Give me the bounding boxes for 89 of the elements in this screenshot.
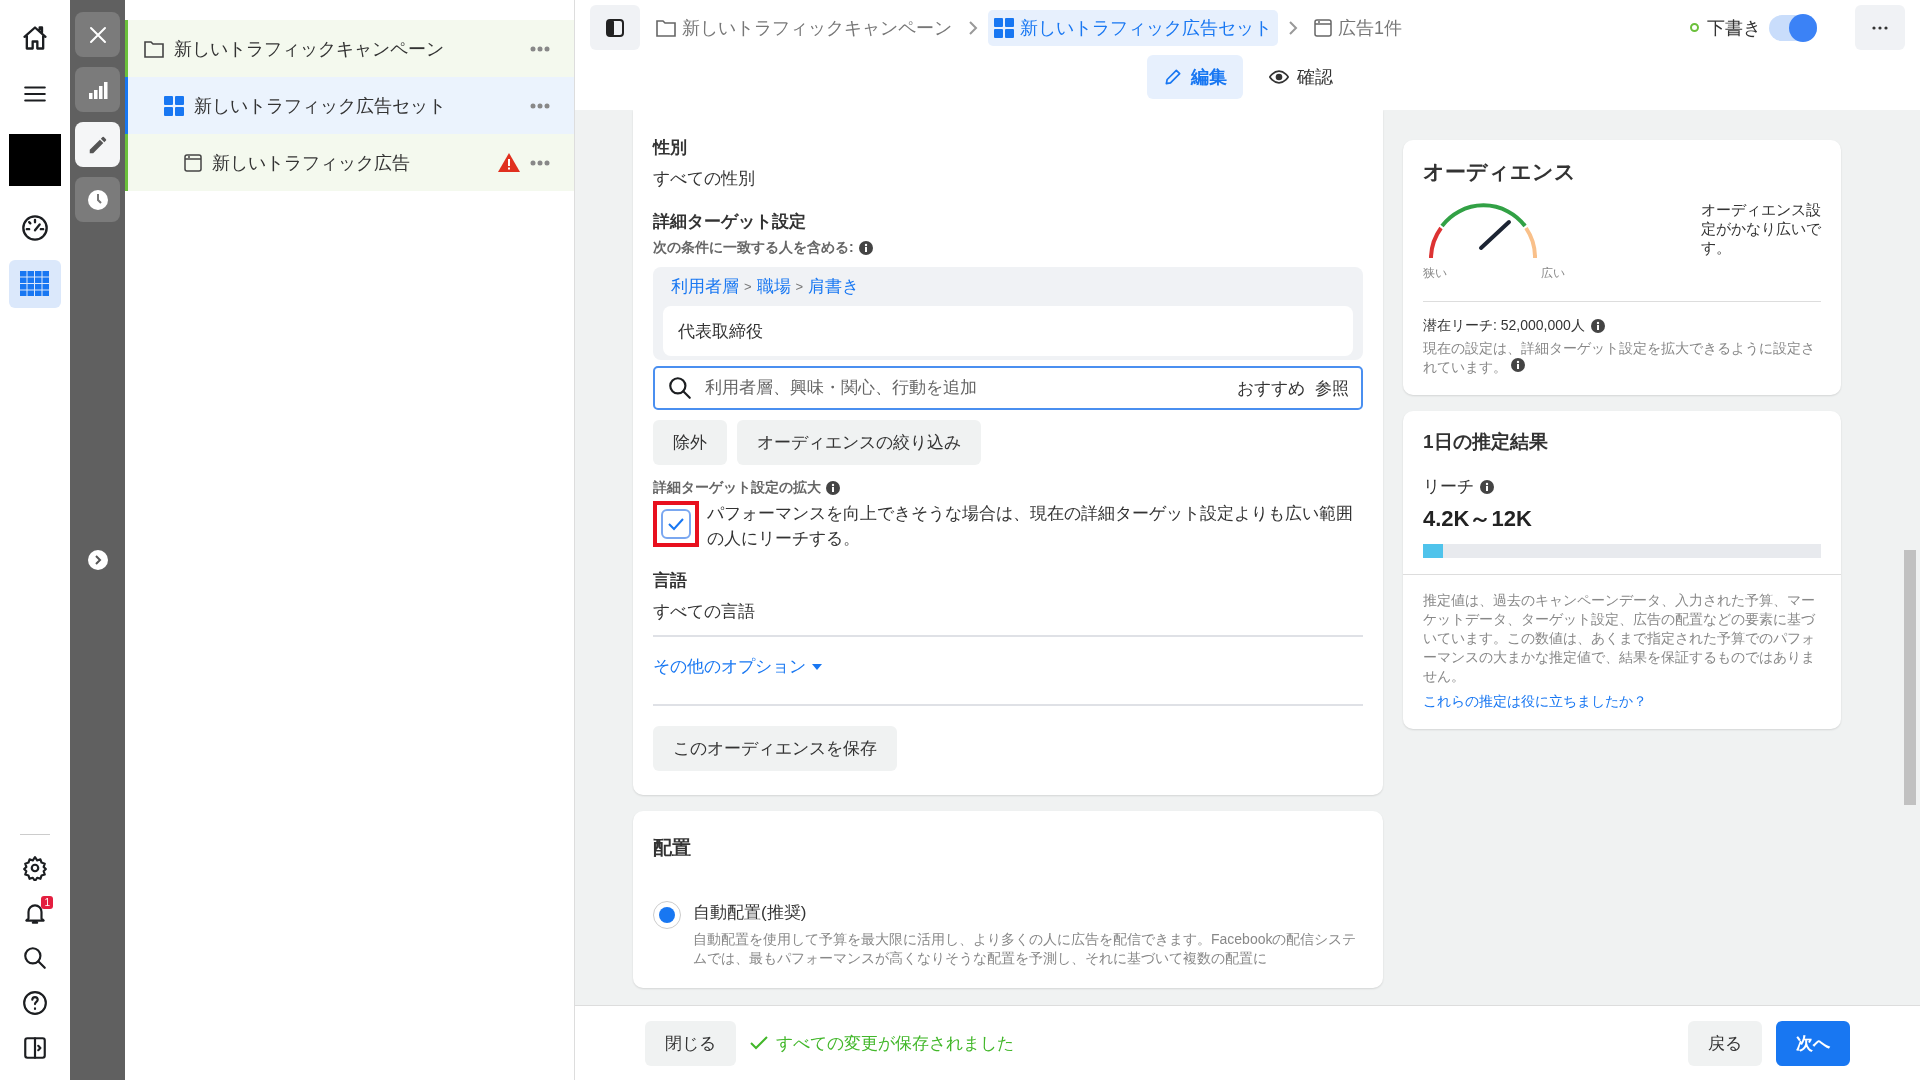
- more-icon[interactable]: [530, 102, 550, 109]
- feedback-link[interactable]: これらの推定は役に立ちましたか？: [1423, 693, 1647, 709]
- info-icon[interactable]: [826, 481, 840, 495]
- field-label: 詳細ターゲット設定: [653, 211, 807, 233]
- search-field[interactable]: 利用者層、興味・関心、行動を追加 おすすめ 参照: [653, 366, 1363, 410]
- checkbox-label: パフォーマンスを向上できそうな場合は、現在の詳細ターゲット設定よりも広い範囲の人にリーチする。: [707, 503, 1354, 550]
- home-icon: [21, 24, 49, 52]
- card-title: オーディエンス: [1423, 159, 1577, 185]
- bar-chart-icon: [87, 79, 108, 100]
- audience-summary: オーディエンス設定がかなり広いです。: [1701, 200, 1821, 258]
- field-sublabel: 次の条件に一致する人を含める:: [653, 239, 854, 257]
- path-link[interactable]: 職場: [756, 275, 791, 298]
- section-title: 配置: [653, 836, 692, 860]
- path-link[interactable]: 利用者層: [671, 275, 739, 298]
- breadcrumb-link[interactable]: 新しいトラフィックキャンペーン: [650, 9, 958, 46]
- field-value: すべての言語: [653, 601, 756, 623]
- card-title: 1日の推定結果: [1423, 430, 1549, 454]
- rail-button[interactable]: [75, 122, 120, 167]
- breadcrumb-link[interactable]: 広告1件: [1308, 9, 1408, 46]
- tab[interactable]: 編集: [1146, 55, 1243, 99]
- checkbox[interactable]: [661, 509, 691, 539]
- tree-item[interactable]: 新しいトラフィック広告セット: [125, 77, 574, 134]
- info-icon[interactable]: [1480, 479, 1494, 494]
- more-icon[interactable]: [530, 45, 550, 52]
- caret-icon: [812, 663, 822, 670]
- path-separator: >: [795, 279, 804, 294]
- eye-icon: [1268, 67, 1289, 87]
- folder-icon: [656, 18, 676, 37]
- clock-icon: [86, 188, 109, 211]
- metric-value: 4.2K～12K: [1423, 505, 1533, 533]
- search-link[interactable]: おすすめ: [1237, 376, 1305, 400]
- sidebar-icon: [606, 18, 624, 37]
- status-label: 下書き: [1707, 16, 1761, 40]
- page-icon: [184, 153, 202, 172]
- search-icon: [667, 375, 693, 401]
- close-button[interactable]: 閉じる: [645, 1020, 736, 1066]
- tab[interactable]: 確認: [1252, 55, 1349, 99]
- gauge-icon: [21, 214, 49, 242]
- targeting-button[interactable]: オーディエンスの絞り込み: [737, 420, 981, 465]
- rail-button[interactable]: [75, 12, 120, 57]
- notification-badge: 1: [41, 896, 53, 909]
- info-icon[interactable]: [1590, 318, 1605, 333]
- rail-button[interactable]: [75, 177, 120, 222]
- chevron-icon: [968, 20, 978, 35]
- grid-icon: [164, 95, 184, 116]
- field-label: 言語: [653, 570, 688, 592]
- grid-icon: [994, 17, 1014, 38]
- sidebar-toggle-button[interactable]: [590, 5, 640, 50]
- table-icon: [20, 271, 50, 297]
- option-description: 自動配置を使用して予算を最大限に活用し、より多くの人に広告を配信できます。Facebookの配信システムでは、最もパフォーマンスが高くなりそうな配置を予測し、それに基づいて複数の配置に: [693, 930, 1358, 968]
- search-icon: [22, 944, 48, 971]
- page-icon: [1314, 18, 1332, 37]
- expand-icon[interactable]: [87, 550, 108, 570]
- settings-icon: [22, 854, 48, 881]
- tree-item[interactable]: 新しいトラフィックキャンペーン: [125, 20, 574, 77]
- saved-status: すべての変更が保存されました: [776, 1032, 1014, 1055]
- next-button[interactable]: 次へ: [1776, 1020, 1850, 1066]
- path-separator: >: [744, 279, 752, 294]
- option-label: 自動配置(推奨): [693, 902, 808, 924]
- breadcrumb-link[interactable]: 新しいトラフィック広告セット: [988, 9, 1278, 46]
- more-icon[interactable]: [530, 159, 550, 166]
- rail-button[interactable]: [75, 67, 120, 112]
- status-toggle[interactable]: [1769, 14, 1817, 41]
- field-label: 性別: [653, 137, 688, 159]
- estimate-note: 推定値は、過去のキャンペーンデータ、入力された予算、マーケットデータ、ターゲット設定、広告の配置などの要素に基づいています。この数値は、あくまで指定された予算でのパフォーマンスの大まかな推定値で、結果を保証するものではありません。: [1423, 591, 1816, 686]
- info-icon[interactable]: [1510, 358, 1525, 372]
- metric-label: リーチ: [1423, 477, 1474, 496]
- folder-icon: [144, 39, 164, 58]
- back-button[interactable]: 戻る: [1688, 1020, 1762, 1066]
- help-icon: [22, 989, 48, 1016]
- targeting-button[interactable]: 除外: [653, 420, 727, 465]
- save-audience-button[interactable]: このオーディエンスを保存: [653, 726, 897, 771]
- gauge-label: 広い: [1541, 265, 1565, 282]
- info-icon[interactable]: [858, 241, 873, 255]
- check-icon: [750, 1036, 768, 1050]
- more-icon: [1872, 25, 1888, 30]
- chevron-icon: [1288, 20, 1298, 35]
- gauge-label: 狭い: [1423, 265, 1447, 282]
- reach-note: 現在の設定は、詳細ターゲット設定を拡大できるように設定されています。: [1423, 339, 1816, 377]
- panel-icon: [22, 1034, 48, 1061]
- targeting-item[interactable]: 代表取締役: [663, 306, 1353, 356]
- path-link[interactable]: 肩書き: [808, 275, 860, 298]
- search-link[interactable]: 参照: [1315, 376, 1349, 400]
- tree-item[interactable]: 新しいトラフィック広告: [125, 134, 574, 191]
- potential-reach: 潜在リーチ: 52,000,000人: [1423, 316, 1585, 335]
- field-label: 詳細ターゲット設定の拡大: [653, 479, 821, 497]
- field-value: すべての性別: [653, 168, 756, 190]
- close-icon: [87, 24, 108, 45]
- more-options-link[interactable]: その他のオプション: [653, 655, 1363, 678]
